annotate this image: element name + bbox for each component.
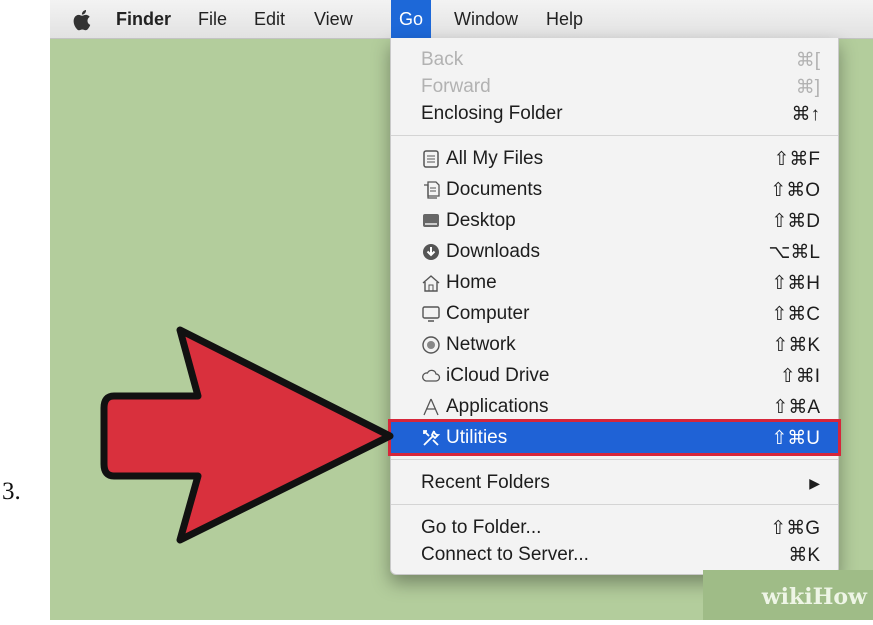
pointer-arrow-icon <box>100 326 394 544</box>
menu-item-applications[interactable]: Applications ⇧⌘A <box>391 391 838 422</box>
menu-item-connect-to-server[interactable]: Connect to Server... ⌘K <box>391 539 838 570</box>
menu-item-documents[interactable]: Documents ⇧⌘O <box>391 174 838 205</box>
applications-icon <box>423 398 439 416</box>
shortcut: ⇧⌘G <box>770 518 820 539</box>
menu-file[interactable]: File <box>190 0 235 38</box>
menu-go[interactable]: Go <box>391 0 432 38</box>
watermark-band: wikiHow <box>703 570 873 620</box>
shortcut: ⇧⌘A <box>772 397 820 418</box>
all-my-files-icon <box>423 150 439 168</box>
shortcut: ⌘[ <box>795 50 820 71</box>
shortcut: ⇧⌘I <box>779 366 820 387</box>
apple-logo-icon[interactable] <box>70 7 94 33</box>
documents-icon <box>424 181 440 199</box>
shortcut: ⇧⌘C <box>771 304 820 325</box>
shortcut: ⇧⌘K <box>772 335 820 356</box>
menu-finder[interactable]: Finder <box>108 0 179 38</box>
menu-bar: Finder File Edit View Go Window Help <box>50 0 873 39</box>
menu-item-enclosing-folder[interactable]: Enclosing Folder ⌘↑ <box>391 98 838 129</box>
shortcut: ⇧⌘O <box>770 180 820 201</box>
shortcut: ⌥⌘L <box>768 242 820 263</box>
shortcut: ⌘↑ <box>791 104 821 125</box>
menu-item-all-my-files[interactable]: All My Files ⇧⌘F <box>391 143 838 174</box>
network-icon <box>422 336 440 354</box>
menu-view[interactable]: View <box>306 0 361 38</box>
utilities-icon <box>423 430 441 446</box>
submenu-arrow-icon: ▶ <box>809 475 820 491</box>
shortcut: ⇧⌘U <box>771 428 820 449</box>
menu-window[interactable]: Window <box>446 0 526 38</box>
downloads-icon <box>423 244 439 260</box>
menu-help[interactable]: Help <box>538 0 591 38</box>
shortcut: ⇧⌘F <box>773 149 820 170</box>
menu-separator <box>391 459 838 460</box>
menu-item-desktop[interactable]: Desktop ⇧⌘D <box>391 205 838 236</box>
shortcut: ⌘] <box>795 77 820 98</box>
shortcut: ⇧⌘H <box>771 273 820 294</box>
watermark-text: wikiHow <box>761 584 867 610</box>
computer-icon <box>422 306 440 322</box>
menu-separator <box>391 135 838 136</box>
icloud-icon <box>422 369 441 382</box>
menu-item-home[interactable]: Home ⇧⌘H <box>391 267 838 298</box>
menu-item-icloud-drive[interactable]: iCloud Drive ⇧⌘I <box>391 360 838 391</box>
menu-item-utilities[interactable]: Utilities ⇧⌘U <box>391 422 838 453</box>
menu-item-recent-folders[interactable]: Recent Folders ▶ <box>391 467 838 498</box>
shortcut: ⇧⌘D <box>771 211 820 232</box>
menu-item-network[interactable]: Network ⇧⌘K <box>391 329 838 360</box>
home-icon <box>422 275 440 292</box>
go-menu-dropdown: Back ⌘[ Forward ⌘] Enclosing Folder ⌘↑ A… <box>390 38 839 575</box>
step-number: 3. <box>2 478 21 505</box>
menu-separator <box>391 504 838 505</box>
menu-item-downloads[interactable]: Downloads ⌥⌘L <box>391 236 838 267</box>
shortcut: ⌘K <box>788 545 820 566</box>
desktop-icon <box>423 214 439 227</box>
menu-item-computer[interactable]: Computer ⇧⌘C <box>391 298 838 329</box>
menu-edit[interactable]: Edit <box>246 0 293 38</box>
